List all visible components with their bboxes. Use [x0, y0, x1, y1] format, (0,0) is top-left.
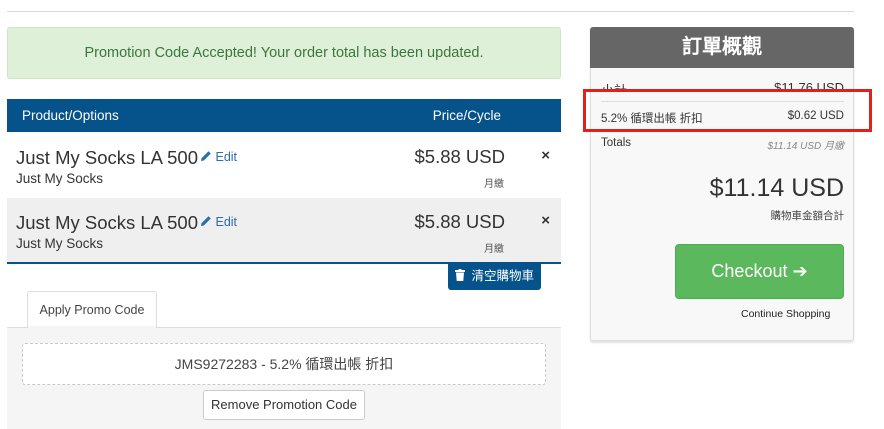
order-summary-title: 訂單概觀: [590, 27, 854, 68]
arrow-right-icon: ➔: [792, 261, 808, 281]
totals-row: Totals $11.14 USD 月繳: [601, 137, 844, 152]
grand-total-label: 購物車金額合計: [770, 210, 845, 222]
empty-cart-label: 清空購物車: [471, 269, 534, 283]
item-group: Just My Socks: [16, 236, 104, 251]
item-name: Just My Socks LA 500: [16, 212, 199, 233]
pencil-icon: [201, 151, 211, 161]
promo-code-text: JMS9272283 - 5.2% 循環出帳 折扣: [174, 356, 394, 372]
close-icon[interactable]: ×: [541, 212, 550, 229]
edit-label: Edit: [215, 150, 238, 164]
item-price: $5.88 USD: [414, 211, 506, 232]
pencil-icon: [201, 216, 211, 226]
continue-shopping-link[interactable]: Continue Shopping: [741, 308, 830, 320]
totals-value: $11.14 USD 月繳: [767, 141, 844, 152]
edit-item-link[interactable]: Edit: [200, 215, 237, 229]
cart-item: Just My Socks LA 500 Edit Just My Socks …: [7, 198, 561, 263]
discount-highlight-annotation: [583, 89, 872, 132]
alert-message: Promotion Code Accepted! Your order tota…: [84, 45, 484, 61]
promo-tab-label: Apply Promo Code: [39, 303, 145, 317]
applied-promo-code: JMS9272283 - 5.2% 循環出帳 折扣: [22, 343, 546, 385]
totals-label: Totals: [601, 137, 632, 149]
item-name: Just My Socks LA 500: [16, 147, 199, 168]
remove-promotion-label: Remove Promotion Code: [211, 397, 357, 412]
item-billing-cycle: 月繳: [484, 179, 504, 190]
checkout-label: Checkout: [711, 261, 788, 281]
remove-promotion-button[interactable]: Remove Promotion Code: [203, 390, 365, 420]
edit-item-link[interactable]: Edit: [200, 150, 237, 164]
close-icon[interactable]: ×: [541, 147, 550, 164]
promo-success-alert: Promotion Code Accepted! Your order tota…: [7, 27, 561, 79]
empty-cart-button[interactable]: 清空購物車: [448, 264, 541, 290]
cart-table-header: Product/Options Price/Cycle: [7, 99, 561, 132]
grand-total-amount: $11.14 USD: [709, 174, 844, 202]
item-billing-cycle: 月繳: [484, 244, 504, 255]
edit-label: Edit: [215, 215, 238, 229]
item-price: $5.88 USD: [414, 146, 506, 167]
cart-item: Just My Socks LA 500 Edit Just My Socks …: [7, 133, 561, 198]
item-group: Just My Socks: [16, 171, 104, 186]
product-column-header: Product/Options: [22, 108, 119, 123]
checkout-button[interactable]: Checkout ➔: [675, 244, 844, 299]
trash-icon: [455, 269, 465, 281]
promo-tab-mask: [28, 326, 156, 329]
top-divider: [7, 11, 854, 12]
summary-title-text: 訂單概觀: [682, 36, 762, 58]
tab-apply-promo-code[interactable]: Apply Promo Code: [27, 291, 157, 328]
price-column-header: Price/Cycle: [432, 108, 501, 123]
